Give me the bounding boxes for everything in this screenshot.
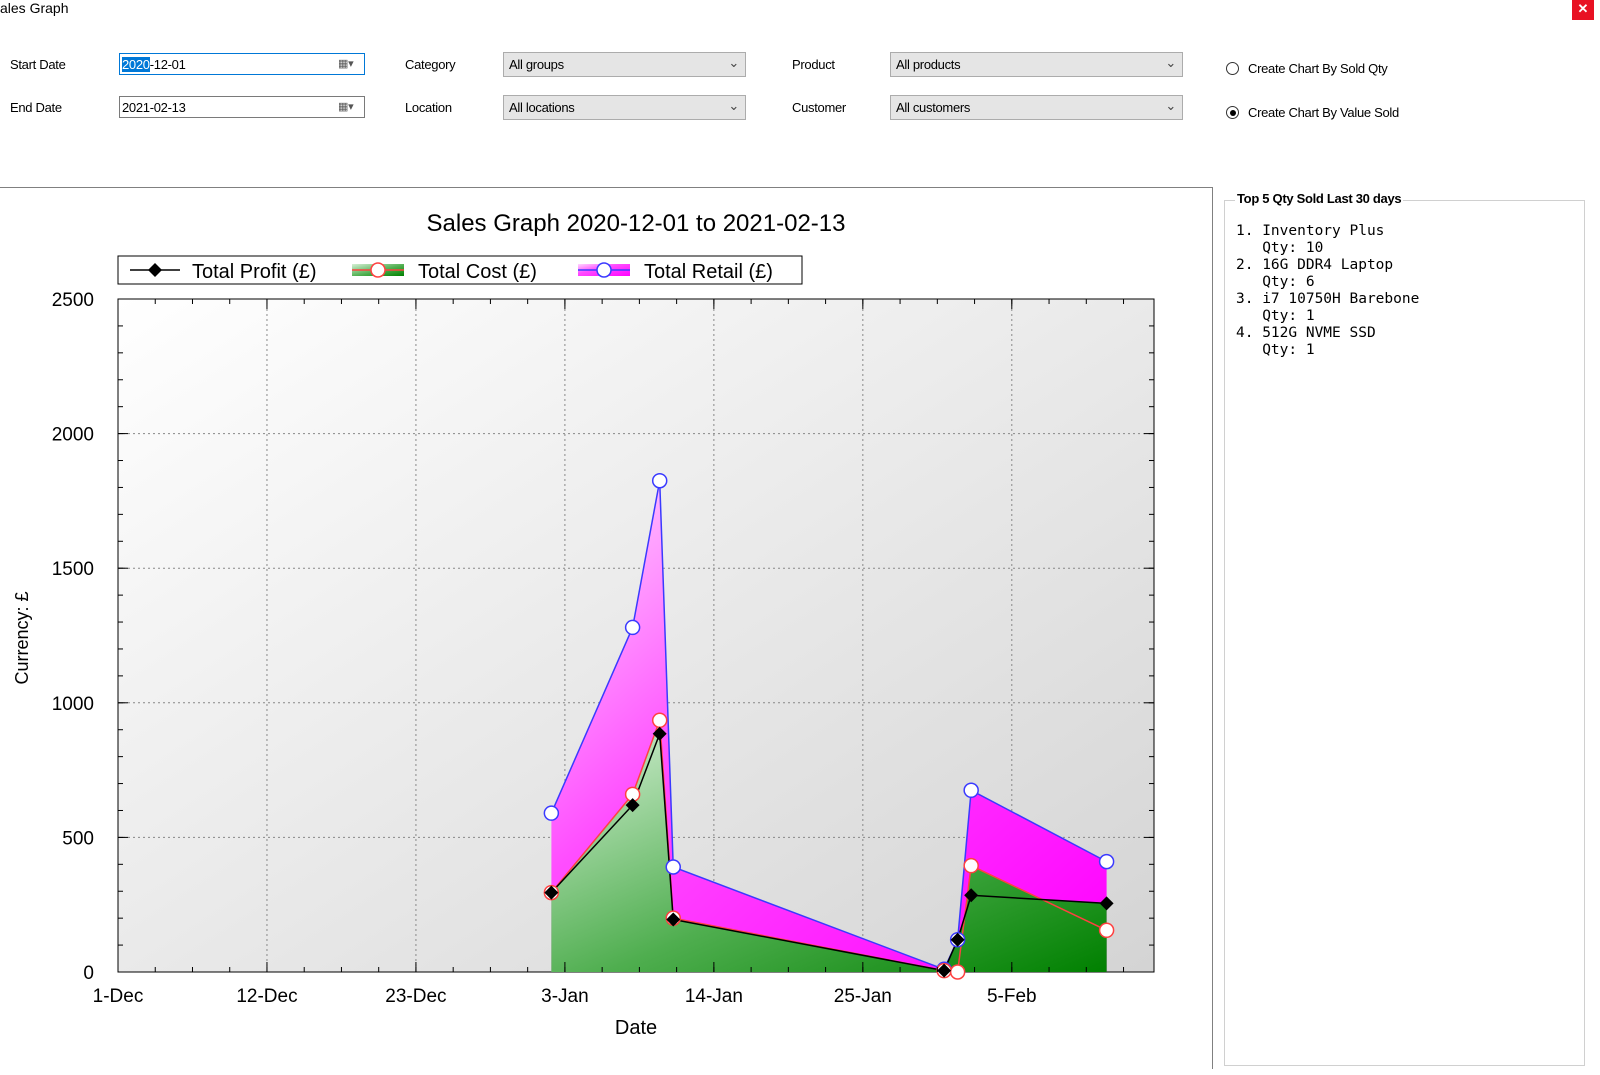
x-tick-label: 12-Dec xyxy=(236,986,297,1007)
radio-button[interactable] xyxy=(1226,62,1239,75)
top5-item-name: 4. 512G NVME SSD xyxy=(1236,325,1376,341)
radio-by-value-label: Create Chart By Value Sold xyxy=(1248,105,1399,120)
top5-item-name: 2. 16G DDR4 Laptop xyxy=(1236,257,1394,273)
end-date-label: End Date xyxy=(10,100,62,115)
cost-point xyxy=(949,964,966,980)
category-label: Category xyxy=(405,57,456,72)
category-value: All groups xyxy=(509,57,564,72)
y-tick-label: 1000 xyxy=(52,694,94,715)
chart-panel: 1-Dec 12-Dec 23-Dec 3-Jan 14-Jan 25-Jan 5-Feb 0… xyxy=(0,187,1213,1069)
start-date-year-selection: 2020 xyxy=(122,57,150,72)
sales-chart: 1-Dec 12-Dec 23-Dec 3-Jan 14-Jan 25-Jan 5-Feb 0… xyxy=(12,210,1155,1039)
chart-title: Sales Graph 2020-12-01 to 2021-02-13 xyxy=(427,210,846,237)
chevron-down-icon: ⌄ xyxy=(1165,55,1176,70)
x-tick-label: 23-Dec xyxy=(385,986,446,1007)
y-tick-label: 2000 xyxy=(52,425,94,446)
top5-list: 1. Inventory Plus Qty: 10 2. 16G DDR4 Lap… xyxy=(1236,223,1419,359)
cost-point xyxy=(1098,922,1115,939)
top5-item-name: 1. Inventory Plus xyxy=(1236,223,1385,239)
x-tick-label: 5-Feb xyxy=(987,986,1037,1007)
retail-point xyxy=(543,805,560,821)
x-axis-label: Date xyxy=(615,1017,657,1039)
chevron-down-icon: ⌄ xyxy=(728,55,739,70)
customer-dropdown[interactable]: All customers ⌄ xyxy=(890,95,1183,120)
y-tick-label: 1500 xyxy=(52,559,94,580)
end-date-value: 2021-02-13 xyxy=(122,100,186,115)
chevron-down-icon: ⌄ xyxy=(1165,98,1176,113)
product-label: Product xyxy=(792,57,835,72)
chart-legend: Total Profit (£) Total Cost (£) Total Reta… xyxy=(117,255,803,285)
x-tick-label: 3-Jan xyxy=(541,986,589,1007)
legend-label: Total Retail (£) xyxy=(644,261,773,283)
location-value: All locations xyxy=(509,100,575,115)
cost-point xyxy=(651,712,668,729)
x-tick-label: 1-Dec xyxy=(93,986,144,1007)
x-tick-label: 25-Jan xyxy=(834,986,892,1007)
retail-point xyxy=(651,472,668,489)
calendar-icon[interactable]: ▦▾ xyxy=(338,100,356,114)
legend-marker xyxy=(596,262,612,278)
customer-value: All customers xyxy=(896,100,971,115)
y-tick-label: 500 xyxy=(62,828,94,849)
location-label: Location xyxy=(405,100,452,115)
legend-marker xyxy=(370,262,386,278)
retail-point xyxy=(624,619,641,636)
start-date-label: Start Date xyxy=(10,57,66,72)
product-value: All products xyxy=(896,57,961,72)
calendar-icon[interactable]: ▦▾ xyxy=(338,57,356,71)
legend-label: Total Profit (£) xyxy=(192,261,316,283)
legend-label: Total Cost (£) xyxy=(418,261,537,283)
cost-point xyxy=(963,857,979,874)
chevron-down-icon: ⌄ xyxy=(728,98,739,113)
start-date-rest: -12-01 xyxy=(149,57,186,72)
top5-item-name: 3. i7 10750H Barebone xyxy=(1236,291,1420,307)
retail-point xyxy=(963,782,979,799)
top5-item-qty: Qty: 6 xyxy=(1236,274,1315,290)
retail-point xyxy=(1098,853,1115,870)
location-dropdown[interactable]: All locations ⌄ xyxy=(503,95,746,120)
x-tick-label: 14-Jan xyxy=(685,986,743,1007)
window-title: ales Graph xyxy=(0,0,69,16)
top5-item-qty: Qty: 1 xyxy=(1236,308,1315,324)
retail-point xyxy=(665,859,681,875)
customer-label: Customer xyxy=(792,100,846,115)
y-tick-label: 2500 xyxy=(52,290,94,311)
product-dropdown[interactable]: All products ⌄ xyxy=(890,52,1183,77)
radio-by-qty-label: Create Chart By Sold Qty xyxy=(1248,61,1388,76)
y-tick-label: 0 xyxy=(83,963,94,984)
end-date-picker[interactable]: 2021-02-13 ▦▾ xyxy=(119,96,365,118)
y-axis-label: Currency: £ xyxy=(12,591,32,684)
radio-button[interactable] xyxy=(1226,106,1239,119)
category-dropdown[interactable]: All groups ⌄ xyxy=(503,52,746,77)
top5-item-qty: Qty: 10 xyxy=(1236,240,1324,256)
top5-item-qty: Qty: 1 xyxy=(1236,342,1315,358)
start-date-picker[interactable]: 2020-12-01 ▦▾ xyxy=(119,53,365,75)
close-button[interactable]: ✕ xyxy=(1572,0,1594,20)
top5-title: Top 5 Qty Sold Last 30 days xyxy=(1235,191,1404,206)
